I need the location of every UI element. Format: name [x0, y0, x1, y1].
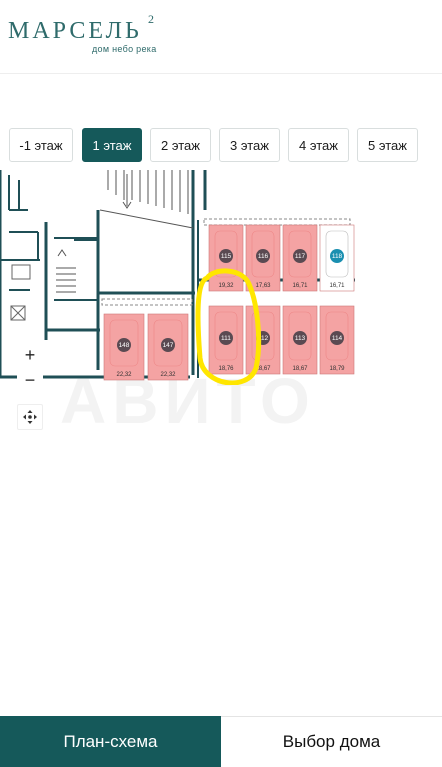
header: МАРСЕЛЬ 2 дом небо река: [0, 0, 442, 74]
slot-number: 116: [258, 253, 269, 260]
parking-slot-114[interactable]: 114 18,79: [319, 305, 355, 375]
slot-number: 111: [221, 335, 231, 342]
parking-slot-118[interactable]: 118 16,71: [319, 224, 355, 292]
choose-house-button[interactable]: Выбор дома: [221, 716, 442, 767]
logo-tagline: дом небо река: [92, 44, 157, 54]
slot-area: 18,79: [329, 366, 345, 372]
slot-number: 113: [295, 335, 306, 342]
move-arrows-icon: [23, 410, 37, 424]
slot-area: 16,71: [292, 283, 308, 289]
plan-scheme-button[interactable]: План-схема: [0, 716, 221, 767]
slot-area: 16,71: [329, 283, 345, 289]
slot-number: 114: [332, 335, 343, 342]
parking-slot-147[interactable]: 147 22,32: [147, 313, 189, 381]
parking-slot-111[interactable]: 111 18,76: [208, 305, 244, 375]
parking-slot-116[interactable]: 116 17,63: [245, 224, 281, 292]
slot-number: 115: [221, 253, 232, 260]
tab-floor-2[interactable]: 2 этаж: [150, 128, 211, 162]
slot-area: 19,32: [218, 283, 234, 289]
bottom-nav: План-схема Выбор дома: [0, 716, 442, 767]
pan-button[interactable]: [17, 404, 43, 430]
parking-slot-148[interactable]: 148 22,32: [103, 313, 145, 381]
floor-plan-drawing: 115 19,32 116 17,63 117 16,71 118 16,71 111 18,76…: [0, 170, 355, 385]
logo-superscript: 2: [148, 12, 154, 26]
ramp-lines: [56, 170, 194, 293]
floor-plan[interactable]: 115 19,32 116 17,63 117 16,71 118 16,71 111 18,76…: [0, 170, 442, 385]
tab-floor-4[interactable]: 4 этаж: [288, 128, 349, 162]
tab-floor-minus-1[interactable]: -1 этаж: [9, 128, 73, 162]
slot-number: 118: [332, 253, 343, 260]
parking-slot-113[interactable]: 113 18,67: [282, 305, 318, 375]
logo-name: МАРСЕЛЬ: [8, 18, 142, 44]
tab-floor-1[interactable]: 1 этаж: [82, 128, 142, 162]
parking-slot-117[interactable]: 117 16,71: [282, 224, 318, 292]
slot-area: 18,76: [218, 366, 234, 372]
parking-slot-112[interactable]: 11218,67: [245, 305, 281, 375]
zoom-out-button[interactable]: −: [17, 368, 43, 392]
tab-floor-5[interactable]: 5 этаж: [357, 128, 418, 162]
slot-number: 147: [163, 342, 174, 349]
slot-area: 17,63: [255, 283, 271, 289]
zoom-in-button[interactable]: +: [17, 343, 43, 367]
logo[interactable]: МАРСЕЛЬ 2 дом небо река: [8, 12, 156, 54]
parking-slot-115[interactable]: 115 19,32: [208, 224, 244, 292]
tab-floor-3[interactable]: 3 этаж: [219, 128, 280, 162]
slot-number: 148: [119, 342, 130, 349]
utility-rooms: [10, 264, 31, 321]
parking-slots: 115 19,32 116 17,63 117 16,71 118 16,71 111 18,76…: [103, 224, 355, 381]
slot-area: 22,32: [116, 372, 132, 378]
slot-number: 117: [295, 253, 306, 260]
slot-area: 22,32: [160, 372, 176, 378]
slot-area: 18,67: [292, 366, 308, 372]
